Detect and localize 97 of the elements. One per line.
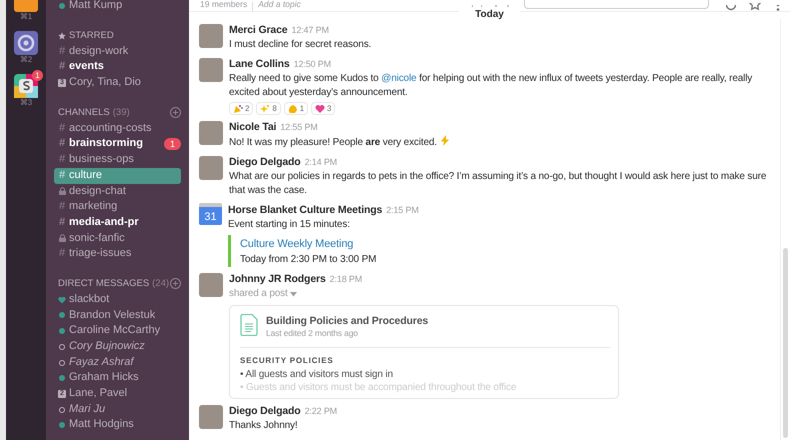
caret-icon bbox=[290, 292, 298, 296]
lock-icon bbox=[58, 234, 66, 242]
user-name: Matt Kump bbox=[69, 0, 122, 13]
timestamp[interactable]: 12:47 PM bbox=[291, 25, 329, 35]
post-meta: Last edited 2 months ago bbox=[266, 328, 359, 339]
sidebar-item[interactable]: Cory Bujnowicz bbox=[54, 339, 181, 355]
sidebar-item[interactable]: # accounting-costs bbox=[54, 120, 181, 136]
event-title-link[interactable]: Culture Weekly Meeting bbox=[240, 235, 770, 253]
photo-placeholder bbox=[199, 156, 223, 180]
unread-badge: 1 bbox=[164, 138, 181, 150]
scrollbar-thumb[interactable] bbox=[783, 248, 788, 438]
author-name[interactable]: Johnny JR Rodgers bbox=[229, 273, 326, 285]
timestamp[interactable]: 2:15 PM bbox=[386, 205, 419, 215]
more-icon bbox=[776, 5, 780, 11]
message-text: I must decline for secret reasons. bbox=[229, 39, 372, 50]
sidebar-item[interactable]: Matt Hodgins bbox=[54, 417, 181, 434]
lock-icon bbox=[58, 187, 66, 196]
author-name[interactable]: Lane Collins bbox=[229, 58, 290, 70]
sidebar-item[interactable]: # triage-issues bbox=[54, 246, 181, 262]
sidebar-item[interactable]: # marketing bbox=[54, 199, 181, 215]
sidebar-item[interactable]: # culture bbox=[54, 168, 181, 184]
author-name[interactable]: Diego Delgado bbox=[229, 156, 301, 168]
timestamp[interactable]: 12:55 PM bbox=[280, 122, 318, 132]
star-icon bbox=[749, 3, 761, 11]
author-name[interactable]: Diego Delgado bbox=[229, 405, 301, 417]
at-icon bbox=[726, 5, 736, 11]
mention-link[interactable]: @nicole bbox=[381, 73, 416, 84]
section-count: (24) bbox=[152, 276, 170, 291]
post-title: Building Policies and Procedures bbox=[266, 314, 428, 328]
section-heading: SECURITY POLICIES bbox=[240, 355, 334, 367]
reaction-button[interactable]: 1 bbox=[284, 102, 308, 115]
timestamp[interactable]: 2:14 PM bbox=[304, 157, 338, 167]
reaction-button[interactable]: 3 bbox=[310, 102, 336, 115]
sidebar-item[interactable]: # brainstorming 1 bbox=[54, 136, 181, 152]
reaction-button[interactable]: 8 bbox=[256, 102, 281, 115]
lightning-icon bbox=[440, 135, 449, 146]
topic-link[interactable]: Add a topic bbox=[258, 0, 301, 11]
message-text: Event starting in 15 minutes: bbox=[228, 218, 351, 232]
bullet-item: • All guests and visitors must sign in bbox=[240, 368, 394, 381]
add-icon bbox=[170, 278, 181, 290]
add-icon bbox=[170, 107, 181, 118]
sidebar-item[interactable]: Mari Ju bbox=[54, 402, 181, 418]
section-heading[interactable]: DIRECT MESSAGES bbox=[58, 276, 150, 292]
sidebar-item[interactable]: Brandon Velestuk bbox=[54, 308, 181, 324]
message-text: Thanks Johnny! bbox=[229, 420, 298, 431]
timestamp[interactable]: 2:18 PM bbox=[330, 274, 362, 284]
document-icon bbox=[240, 314, 258, 336]
contact-name: Cory Bujnowicz bbox=[69, 339, 145, 354]
sidebar-item[interactable]: # business-ops bbox=[54, 152, 181, 168]
photo-placeholder bbox=[199, 121, 223, 145]
sidebar-item[interactable]: Graham Hicks bbox=[54, 370, 181, 386]
author-name[interactable]: Horse Blanket Culture Meetings bbox=[228, 204, 382, 216]
sidebar-item[interactable]: # events bbox=[54, 59, 181, 76]
author-name[interactable]: Nicole Tai bbox=[229, 121, 276, 133]
hash-icon: # bbox=[58, 246, 66, 262]
hash-icon: # bbox=[58, 136, 66, 152]
shortcut-label: ⌘2 bbox=[20, 55, 32, 65]
section-heading[interactable]: STARRED bbox=[69, 28, 114, 43]
hash-icon: # bbox=[58, 59, 66, 76]
sidebar-item[interactable]: Caroline McCarthy bbox=[54, 323, 181, 339]
message-text: What are our policies in regards to pets in the office? I’m assuming it’s a no-go, but thought I would ask here just to make sure that was the case. bbox=[229, 171, 766, 196]
hash-icon: # bbox=[58, 214, 66, 231]
sidebar-item[interactable]: sonic-fanfic bbox=[54, 230, 181, 246]
section-count: (39) bbox=[112, 106, 130, 120]
photo-placeholder bbox=[199, 58, 223, 82]
message-text: No! It was my pleasure! People are very excited. bbox=[229, 137, 449, 148]
shortcut-label: ⌘1 bbox=[20, 12, 32, 22]
contact-name: Mari Ju bbox=[69, 402, 106, 417]
section-heading[interactable]: CHANNELS bbox=[58, 106, 110, 120]
hash-icon: # bbox=[58, 120, 66, 136]
hash-icon: # bbox=[58, 44, 66, 60]
sidebar-item[interactable]: Fayaz Ashraf bbox=[54, 354, 181, 370]
sidebar-item[interactable]: design-chat bbox=[54, 184, 181, 200]
hash-icon: # bbox=[58, 199, 66, 215]
star-icon bbox=[58, 32, 66, 40]
shortcut-label: ⌘3 bbox=[20, 98, 32, 108]
author-name[interactable]: Merci Grace bbox=[229, 24, 288, 36]
scrollbar[interactable] bbox=[780, 19, 790, 440]
photo-placeholder bbox=[199, 405, 223, 429]
event-time: Today from 2:30 PM to 3:00 PM bbox=[240, 253, 378, 267]
calendar-icon: 31 bbox=[199, 203, 222, 225]
photo-placeholder bbox=[199, 273, 223, 297]
heart-icon bbox=[58, 296, 66, 304]
message-text: Really need to give some Kudos to @nicole for helping out with the new influx of tweets yesterday. People are really, really excited about yesterday’s announcement. bbox=[229, 73, 752, 98]
unread-badge: 1 bbox=[32, 70, 43, 81]
sidebar-item[interactable]: slackbot bbox=[54, 292, 181, 308]
timestamp[interactable]: 12:50 PM bbox=[294, 59, 331, 69]
timestamp[interactable]: 2:22 PM bbox=[304, 406, 338, 416]
hash-icon: # bbox=[58, 152, 66, 168]
member-count[interactable]: 19 members bbox=[200, 0, 248, 11]
photo-placeholder bbox=[199, 24, 223, 48]
hash-icon: # bbox=[58, 168, 66, 184]
sidebar-item[interactable]: # media-and-pr bbox=[54, 214, 181, 231]
sidebar-item[interactable]: # design-work bbox=[54, 44, 181, 60]
contact-name: Fayaz Ashraf bbox=[69, 354, 134, 370]
reaction-button[interactable]: 2 bbox=[229, 102, 254, 115]
shared-post-label: shared a post bbox=[229, 287, 288, 301]
